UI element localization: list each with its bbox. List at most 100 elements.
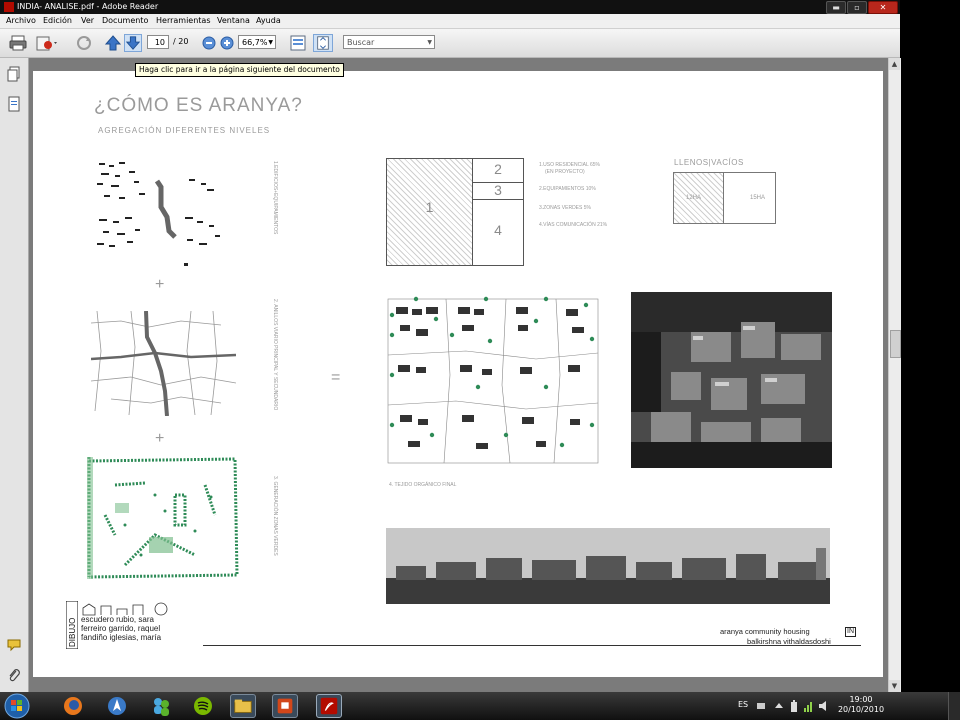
next-page-icon[interactable] [124, 34, 142, 52]
legend-roads: 4.VÍAS COMUNICACIÓN 21% [539, 222, 608, 228]
level-3-label: 3. GENERACIÓN ZONAS VERDES [272, 476, 278, 556]
menu-ventana[interactable]: Ventana [217, 14, 250, 28]
fit-page-icon[interactable] [313, 34, 333, 52]
menu-herramientas[interactable]: Herramientas [156, 14, 211, 28]
green-block: 3 [473, 182, 523, 200]
plus-sign-1: + [155, 276, 165, 293]
pages-panel-icon[interactable] [7, 66, 21, 82]
power-icon[interactable] [788, 699, 800, 713]
adobe-reader-taskbar-icon[interactable] [316, 694, 342, 718]
taskbar: ES 19:00 20/10/2010 [0, 692, 960, 720]
zoom-value: 66,7% [242, 38, 268, 47]
level-1-label: 1.EDIFICIOS+EQUIPAMIENTOS [272, 161, 278, 235]
attachments-panel-icon[interactable] [7, 96, 21, 112]
filled-area: 12HA [674, 173, 724, 223]
block-2-number: 2 [494, 161, 502, 177]
spotify-icon[interactable] [190, 694, 216, 718]
legend-residential: 1.USO RESIDENCIAL 65% [539, 162, 600, 168]
scroll-thumb[interactable] [890, 330, 901, 358]
legend-green: 3.ZONAS VERDES 5% [539, 205, 591, 211]
firefox-icon[interactable] [60, 694, 86, 718]
menu-ver[interactable]: Ver [81, 14, 94, 28]
powerpoint-icon[interactable] [272, 694, 298, 718]
search-input[interactable]: Buscar ▼ [343, 35, 435, 49]
menu-ayuda[interactable]: Ayuda [256, 14, 281, 28]
menu-documento[interactable]: Documento [102, 14, 148, 28]
clock-time[interactable]: 19:00 [846, 695, 876, 704]
land-use-diagram: 1 2 3 4 [386, 158, 524, 266]
filled-area-label: 12HA [686, 195, 702, 201]
keyboard-icon[interactable] [756, 700, 766, 712]
rotate-icon[interactable] [74, 34, 94, 52]
plus-sign-2: + [155, 430, 165, 447]
share-icon[interactable] [34, 34, 60, 52]
search-placeholder: Buscar [347, 38, 375, 47]
start-button[interactable] [4, 693, 30, 719]
level-2-label: 2. ANILLOS VIARIO PRINCIPAL Y SECUNDARIO [272, 299, 278, 411]
block-4-number: 4 [494, 222, 502, 238]
notification-arrow-icon[interactable] [774, 700, 784, 712]
aranya-aerial-photo [631, 292, 832, 468]
search-dropdown-icon[interactable]: ▼ [427, 36, 432, 50]
equals-sign: = [331, 369, 341, 386]
paperclip-icon[interactable] [7, 668, 21, 684]
dibujo-text: DIBUJO [68, 618, 77, 647]
maximize-button[interactable]: ▫ [847, 1, 867, 14]
adobe-reader-icon [4, 2, 14, 12]
dibujo-vertical-label: DIBUJO [66, 601, 78, 649]
vertical-scrollbar[interactable]: ▲ ▼ [888, 58, 901, 692]
title-bar: INDIA- ANALISE.pdf - Adobe Reader ▬ ▫ ✕ [0, 0, 900, 14]
road-network-plan [91, 311, 236, 416]
window-title: INDIA- ANALISE.pdf - Adobe Reader [17, 2, 159, 11]
block-3-number: 3 [494, 182, 502, 198]
houses-sketch [82, 602, 168, 616]
legend-equipment: 2.EQUIPAMIENTOS 10% [539, 186, 596, 192]
minimize-button[interactable]: ▬ [826, 1, 846, 14]
page-total: / 20 [173, 37, 189, 46]
green-areas-plan [87, 457, 239, 579]
toolbar: 10 / 20 66,7% ▼ Buscar ▼ [0, 29, 900, 58]
footer-rule [203, 645, 861, 646]
scroll-up-arrow[interactable]: ▲ [889, 58, 900, 70]
fit-width-icon[interactable] [288, 34, 308, 52]
llenos-vacios-title: LLENOS|VACÍOS [674, 158, 744, 167]
organic-fabric-plan [387, 296, 599, 464]
previous-page-icon[interactable] [104, 34, 122, 52]
menu-archivo[interactable]: Archivo [6, 14, 36, 28]
roads-block: 4 [473, 200, 523, 265]
block-1-number: 1 [425, 199, 434, 215]
project-badge: IN [845, 627, 856, 637]
menu-edicion[interactable]: Edición [43, 14, 72, 28]
print-icon[interactable] [8, 34, 28, 52]
network-icon[interactable] [803, 699, 815, 713]
zoom-select[interactable]: 66,7% ▼ [238, 35, 276, 49]
residential-block: 1 [387, 159, 473, 265]
messenger-icon[interactable] [148, 694, 174, 718]
volume-icon[interactable] [818, 699, 830, 713]
buildings-plan [97, 162, 220, 266]
chevron-down-icon: ▼ [268, 39, 273, 46]
page-subtitle: AGREGACIÓN DIFERENTES NIVELES [98, 126, 271, 135]
page-title: ¿CÓMO ES ARANYA? [94, 95, 303, 116]
next-page-tooltip: Haga clic para ir a la página siguiente … [135, 63, 344, 77]
legend-residential-note: (EN PROYECTO) [545, 169, 585, 175]
author-3: fandiño iglesias, maría [81, 633, 162, 642]
llenos-vacios-diagram: 12HA 15HA [673, 172, 776, 224]
tejido-caption: 4. TEJIDO ORGÁNICO FINAL [389, 482, 457, 488]
equipment-block: 2 [473, 159, 523, 183]
language-indicator[interactable]: ES [738, 700, 748, 709]
file-explorer-icon[interactable] [230, 694, 256, 718]
zoom-out-icon[interactable] [201, 34, 217, 52]
close-button[interactable]: ✕ [868, 1, 898, 14]
comments-icon[interactable] [6, 638, 22, 652]
clock-date[interactable]: 20/10/2010 [836, 705, 886, 714]
project-name: aranya community housing [720, 627, 810, 636]
menu-bar: Archivo Edición Ver Documento Herramient… [0, 14, 900, 29]
zoom-in-icon[interactable] [219, 34, 235, 52]
aranya-panorama-photo [386, 528, 830, 604]
scroll-down-arrow[interactable]: ▼ [889, 680, 900, 692]
page-number-field[interactable]: 10 [147, 35, 169, 49]
empty-area-label: 15HA [750, 195, 766, 201]
chrome-like-icon[interactable] [104, 694, 130, 718]
show-desktop-button[interactable] [948, 692, 960, 720]
